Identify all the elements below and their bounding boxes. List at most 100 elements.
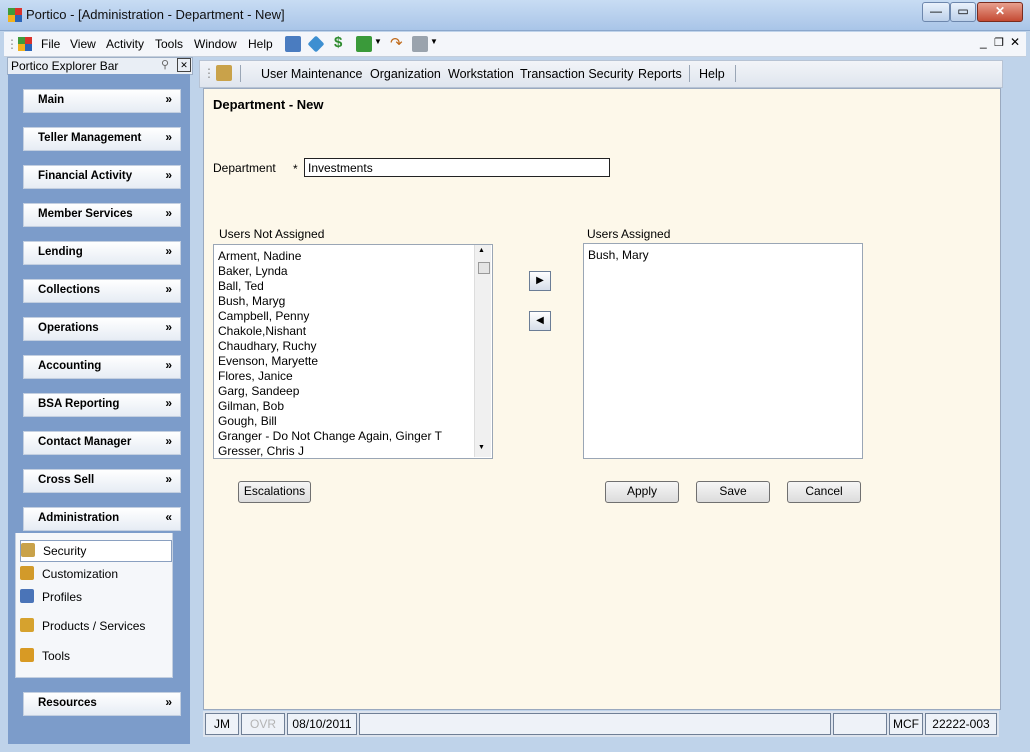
minimize-button[interactable]: — [922,2,950,22]
menu-tools[interactable]: Tools [155,37,183,51]
calculator-icon[interactable] [285,36,301,52]
app-menu-icon[interactable] [18,37,32,51]
nav-section-collections[interactable]: Collections» [23,279,181,303]
list-item[interactable]: Arment, Nadine [218,249,301,263]
list-item[interactable]: Bush, Mary [588,248,649,262]
menu-transaction-security[interactable]: Transaction Security [520,67,633,81]
menu-user-maintenance[interactable]: User Maintenance [261,67,362,81]
chevron-down-icon: » [165,130,172,144]
keys-icon [21,543,35,557]
window-title-bar: Portico - [Administration - Department -… [0,0,1030,31]
list-item[interactable]: Chaudhary, Ruchy [218,339,317,353]
menu-workstation[interactable]: Workstation [448,67,514,81]
required-marker: * [293,162,298,176]
nav-section-bsa-reporting[interactable]: BSA Reporting» [23,393,181,417]
menu-view[interactable]: View [70,37,96,51]
chevron-down-icon: » [165,206,172,220]
menu-bar: ⋮ File View Activity Tools Window Help $… [4,32,1026,57]
admin-item-tools[interactable]: Tools [20,646,170,666]
escalations-button[interactable]: Escalations [238,481,311,503]
close-button[interactable]: ✕ [977,2,1023,22]
explorer-bar-title: Portico Explorer Bar [11,59,119,73]
mdi-close-icon[interactable]: ✕ [1010,35,1020,49]
separator [689,65,690,82]
nav-section-lending[interactable]: Lending» [23,241,181,265]
print-icon[interactable] [412,36,428,52]
department-input[interactable] [304,158,610,177]
menu-file[interactable]: File [41,37,60,51]
list-scrollbar[interactable]: ▲ ▼ [474,245,491,457]
cancel-button[interactable]: Cancel [787,481,861,503]
scroll-down-icon[interactable]: ▼ [478,444,485,451]
list-item[interactable]: Flores, Janice [218,369,293,383]
administration-panel: Security Customization Profiles Products… [15,533,173,678]
menu-activity[interactable]: Activity [106,37,144,51]
nav-section-teller-management[interactable]: Teller Management» [23,127,181,151]
menu-help[interactable]: Help [248,37,273,51]
nav-section-accounting[interactable]: Accounting» [23,355,181,379]
profiles-icon [20,589,34,603]
mdi-minimize-icon[interactable]: _ [980,35,987,49]
nav-section-contact-manager[interactable]: Contact Manager» [23,431,181,455]
paint-icon [20,566,34,580]
nav-section-operations[interactable]: Operations» [23,317,181,341]
list-item[interactable]: Ball, Ted [218,279,264,293]
status-date: 08/10/2011 [287,713,357,735]
list-item[interactable]: Granger - Do Not Change Again, Ginger T [218,429,442,443]
grip-icon: ⋮ [6,37,18,51]
list-item[interactable]: Gresser, Chris J [218,444,304,458]
chevron-down-icon: » [165,358,172,372]
admin-item-profiles[interactable]: Profiles [20,587,170,607]
save-button[interactable]: Save [696,481,770,503]
users-not-assigned-list[interactable]: Arment, Nadine Baker, Lynda Ball, Ted Bu… [213,244,493,459]
tag-icon[interactable] [307,35,325,53]
chevron-up-icon: « [165,510,172,524]
dropdown-arrow-icon[interactable]: ▼ [374,37,382,46]
list-item[interactable]: Chakole,Nishant [218,324,306,338]
pin-icon[interactable]: ⚲ [161,58,169,71]
unassign-user-button[interactable]: ◀ [529,311,551,331]
department-label: Department [213,161,276,175]
users-not-assigned-label: Users Not Assigned [219,227,325,241]
scroll-up-icon[interactable]: ▲ [478,247,485,254]
separator [240,65,241,82]
menu-window[interactable]: Window [194,37,237,51]
nav-section-main[interactable]: Main» [23,89,181,113]
money-icon[interactable]: $ [334,34,342,51]
status-mode: MCF [889,713,923,735]
forward-arrow-icon[interactable]: ↷ [390,34,403,52]
portico-logo-icon [8,8,22,22]
apply-button[interactable]: Apply [605,481,679,503]
nav-section-resources[interactable]: Resources» [23,692,181,716]
admin-item-security[interactable]: Security [20,540,172,562]
menu-help[interactable]: Help [699,67,725,81]
status-message [359,713,831,735]
nav-section-financial-activity[interactable]: Financial Activity» [23,165,181,189]
list-item[interactable]: Gilman, Bob [218,399,284,413]
admin-item-customization[interactable]: Customization [20,564,170,584]
admin-item-products-services[interactable]: Products / Services [20,616,170,636]
explorer-close-icon[interactable]: ✕ [177,58,191,72]
print-dropdown-icon[interactable]: ▼ [430,37,438,46]
menu-organization[interactable]: Organization [370,67,441,81]
admin-menu-bar: ⋮ User Maintenance Organization Workstat… [199,60,1003,88]
list-item[interactable]: Gough, Bill [218,414,277,428]
mdi-restore-icon[interactable]: ❐ [994,36,1004,49]
chevron-down-icon: » [165,168,172,182]
assign-user-button[interactable]: ▶ [529,271,551,291]
maximize-button[interactable]: ▭ [950,2,976,22]
list-item[interactable]: Garg, Sandeep [218,384,299,398]
nav-section-cross-sell[interactable]: Cross Sell» [23,469,181,493]
nav-section-member-services[interactable]: Member Services» [23,203,181,227]
list-item[interactable]: Baker, Lynda [218,264,288,278]
security-keys-icon[interactable] [216,65,232,81]
list-item[interactable]: Bush, Maryg [218,294,285,308]
users-assigned-list[interactable]: Bush, Mary [583,243,863,459]
list-item[interactable]: Evenson, Maryette [218,354,318,368]
scroll-thumb[interactable] [478,262,490,274]
cash-drawer-icon[interactable] [356,36,372,52]
chevron-down-icon: » [165,92,172,106]
list-item[interactable]: Campbell, Penny [218,309,309,323]
menu-reports[interactable]: Reports [638,67,682,81]
nav-section-administration[interactable]: Administration « [23,507,181,531]
